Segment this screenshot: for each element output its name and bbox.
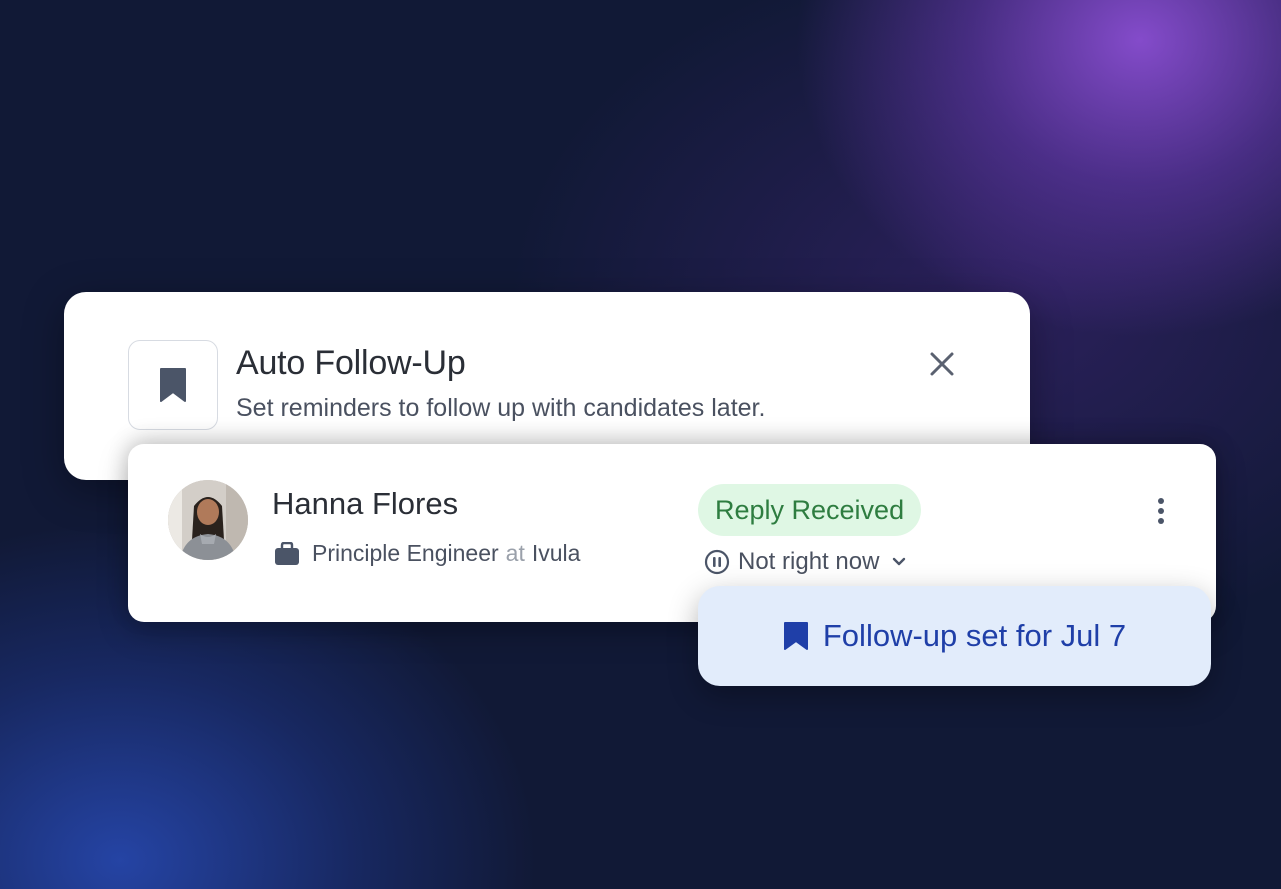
bookmark-icon — [160, 368, 186, 402]
avatar — [168, 480, 248, 560]
follow-up-label: Follow-up set for Jul 7 — [822, 618, 1127, 653]
bookmark-icon — [783, 621, 809, 651]
more-vertical-icon — [1158, 498, 1164, 524]
status-badge: Reply Received — [698, 484, 922, 536]
panel-title: Auto Follow-Up — [236, 344, 466, 382]
status-dropdown-value: Not right now — [738, 548, 880, 575]
candidate-company: Ivula — [531, 540, 581, 566]
panel-subtitle: Set reminders to follow up with candidat… — [236, 394, 766, 422]
pause-circle-icon — [704, 549, 730, 575]
close-icon — [930, 352, 954, 376]
candidate-name[interactable]: Hanna Flores — [272, 486, 458, 522]
status-dropdown[interactable]: Not right now — [704, 548, 907, 576]
briefcase-icon — [274, 541, 300, 566]
candidate-role-line: Principle Engineer at Ivula — [274, 540, 580, 567]
candidate-at: at — [505, 540, 525, 566]
follow-up-toast: Follow-up set for Jul 7 — [698, 586, 1211, 686]
avatar-photo — [168, 480, 248, 560]
more-options-button[interactable] — [1142, 492, 1180, 530]
close-button[interactable] — [922, 344, 962, 384]
candidate-role: Principle Engineer — [312, 540, 499, 566]
panel-icon-box — [128, 340, 218, 430]
chevron-down-icon — [891, 554, 907, 570]
